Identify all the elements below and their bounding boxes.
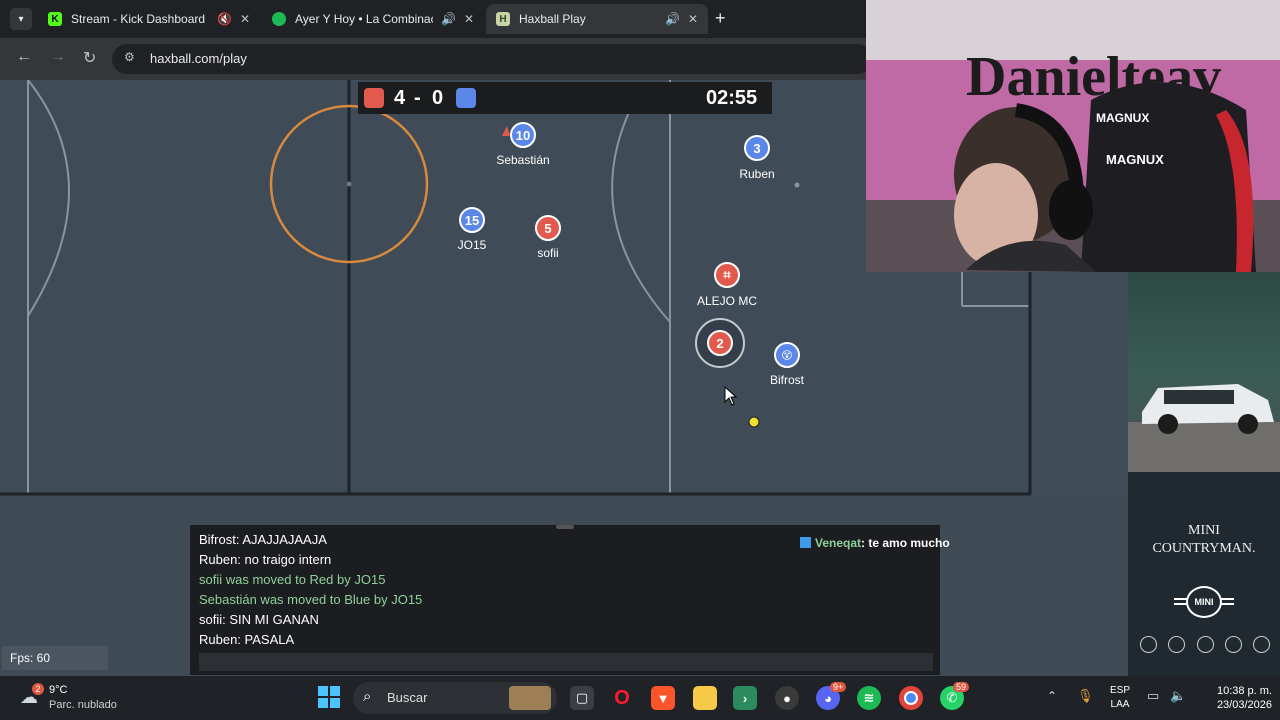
whatsapp-badge: 59 <box>953 682 970 692</box>
ad-certification-icons <box>1140 636 1270 660</box>
tab-title: Stream - Kick Dashboard <box>71 12 206 26</box>
audio-playing-icon[interactable]: 🔊 <box>665 12 680 26</box>
blue-team-icon <box>456 88 476 108</box>
clock[interactable]: 10:38 p. m. 23/03/2026 <box>1200 684 1272 712</box>
task-view-icon[interactable]: ▢ <box>570 686 594 710</box>
player-disc: ⌗ <box>714 262 740 288</box>
chat-notice: sofii was moved to Red by JO15 <box>199 572 386 587</box>
search-placeholder: Buscar <box>387 690 428 705</box>
fps-counter: Fps: 60 <box>2 646 108 670</box>
muted-icon[interactable]: 🔇 <box>217 12 232 26</box>
player-name: Bifrost <box>769 373 804 387</box>
webcam-overlay: Danielteav MAGNUX MAGNUX <box>866 0 1280 272</box>
spotify-icon <box>272 12 286 26</box>
address-bar[interactable]: ⚙ haxball.com/play <box>112 44 872 74</box>
reload-icon[interactable]: ↻ <box>83 48 96 68</box>
tab-title: Ayer Y Hoy • La Combinación <box>295 12 433 26</box>
stream-chat-overlay: Veneqat: te amo mucho <box>800 536 950 550</box>
red-team-icon <box>364 88 384 108</box>
back-arrow-icon[interactable]: ← <box>16 48 32 66</box>
blue-score: 0 <box>432 87 444 109</box>
car-icon <box>1128 384 1280 472</box>
kick-badge-icon <box>800 537 811 548</box>
chat-message: Ruben: PASALA <box>199 632 295 647</box>
close-tab-icon[interactable]: ✕ <box>688 12 698 26</box>
chat-resize-handle[interactable] <box>556 525 574 529</box>
player-name: Sebastián <box>496 153 550 167</box>
lang-code: ESP <box>1110 685 1131 696</box>
brave-icon[interactable]: ▼ <box>651 686 675 710</box>
mouse-cursor-icon <box>724 386 738 406</box>
chat-message: Bifrost: AJAJJAJAAJA <box>199 532 327 547</box>
score-separator: - <box>414 87 421 109</box>
ad-image <box>1128 272 1280 472</box>
weather-temp: 9°C <box>49 684 68 696</box>
chat-message: Ruben: no traigo intern <box>199 552 332 567</box>
tab-kick-dashboard[interactable]: K Stream - Kick Dashboard 🔇 ✕ <box>38 4 260 34</box>
opera-icon[interactable]: O <box>610 686 634 710</box>
close-tab-icon[interactable]: ✕ <box>240 12 250 26</box>
mini-countryman-ad[interactable]: MINI COUNTRYMAN. MINI <box>1128 272 1280 676</box>
file-explorer-icon[interactable] <box>693 686 717 710</box>
chat-notice: Sebastián was moved to Blue by JO15 <box>199 592 423 607</box>
volume-icon[interactable]: 🔈 <box>1170 688 1186 704</box>
stream-chat-message: : te amo mucho <box>861 536 950 550</box>
player-disc: 5 <box>535 215 561 241</box>
tab-search-button[interactable]: ▾ <box>10 8 32 30</box>
url-text: haxball.com/play <box>150 51 247 66</box>
mini-logo-text: MINI <box>1186 586 1222 618</box>
player-name: ALEJO MC <box>696 294 757 308</box>
player-disc: 15 <box>459 207 485 233</box>
chrome-icon[interactable] <box>899 686 923 710</box>
terminal-icon[interactable]: › <box>733 686 757 710</box>
language-indicator[interactable]: ESP LAA <box>1110 684 1130 712</box>
mini-logo-icon: MINI <box>1174 586 1234 618</box>
fps-text: Fps: 60 <box>10 651 51 665</box>
microphone-icon[interactable]: 🎙 <box>1077 688 1094 704</box>
spotify-taskbar-icon[interactable]: ≋ <box>857 686 881 710</box>
audio-playing-icon[interactable]: 🔊 <box>441 12 456 26</box>
search-highlight-icon <box>509 686 551 710</box>
ad-headline: MINI COUNTRYMAN. <box>1128 522 1280 558</box>
weather-widget[interactable]: ☁ 2 9°C Parc. nublado <box>18 681 158 715</box>
webcam-scene: Danielteav MAGNUX MAGNUX <box>866 0 1280 272</box>
player-disc: 3 <box>744 135 770 161</box>
chat-input[interactable] <box>199 653 933 671</box>
taskbar-search[interactable]: ⌕ Buscar <box>353 682 557 714</box>
windows-start-icon[interactable] <box>318 686 340 708</box>
chair-brand-text: MAGNUX <box>1106 152 1164 167</box>
tab-spotify[interactable]: Ayer Y Hoy • La Combinación 🔊 ✕ <box>262 4 484 34</box>
scoreboard: 4 - 0 02:55 <box>358 82 772 114</box>
player-disc: 😵 <box>774 342 800 368</box>
player-disc: 10 <box>510 122 536 148</box>
search-icon: ⌕ <box>363 688 372 705</box>
player-name: Ruben <box>739 167 775 181</box>
clock-date: 23/03/2026 <box>1216 699 1272 711</box>
weather-badge: 2 <box>32 683 44 695</box>
chevron-up-icon[interactable]: ⌃ <box>1047 689 1057 703</box>
obs-icon[interactable]: ● <box>775 686 799 710</box>
chat-message: sofii: SIN MI GANAN <box>199 612 319 627</box>
new-tab-button[interactable]: + <box>715 8 726 29</box>
chair-brand-text: MAGNUX <box>1096 111 1149 125</box>
clock-time: 10:38 p. m. <box>1216 685 1272 697</box>
red-score: 4 <box>394 87 406 109</box>
tab-haxball[interactable]: H Haxball Play 🔊 ✕ <box>486 4 708 34</box>
haxball-icon: H <box>496 12 510 26</box>
stream-chat-user: Veneqat <box>815 536 862 550</box>
ad-line2: COUNTRYMAN. <box>1152 541 1256 556</box>
network-icon[interactable]: ▭ <box>1147 688 1159 704</box>
forward-arrow-icon[interactable]: → <box>50 48 66 66</box>
close-tab-icon[interactable]: ✕ <box>464 12 474 26</box>
lang-layout: LAA <box>1110 699 1130 710</box>
player-disc: 2 <box>707 330 733 356</box>
ad-line1: MINI <box>1188 523 1220 538</box>
discord-badge: 9+ <box>830 682 847 692</box>
kick-icon: K <box>48 12 62 26</box>
tab-title: Haxball Play <box>519 12 586 26</box>
match-timer: 02:55 <box>706 87 758 109</box>
weather-condition: Parc. nublado <box>49 699 117 711</box>
site-info-icon[interactable]: ⚙ <box>124 50 135 64</box>
player-name: sofii <box>537 246 559 260</box>
